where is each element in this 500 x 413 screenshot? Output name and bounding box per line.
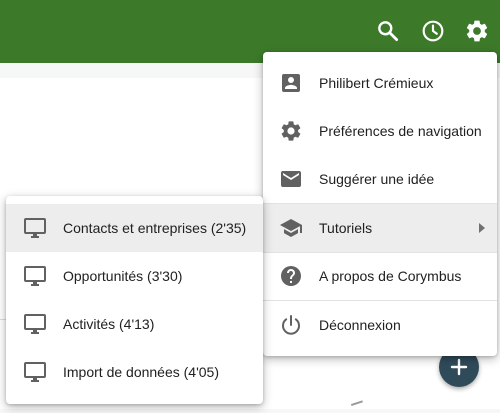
monitor-icon: [23, 216, 47, 240]
submenu-item-data-import[interactable]: Import de données (4'05): [6, 348, 263, 396]
submenu-item-contacts[interactable]: Contacts et entreprises (2'35): [6, 204, 263, 252]
settings-icon: [279, 119, 303, 143]
power-icon: [279, 313, 303, 337]
menu-item-label: Tutoriels: [319, 220, 373, 236]
monitor-icon: [23, 312, 47, 336]
submenu-item-label: Contacts et entreprises (2'35): [63, 220, 247, 236]
tutorials-submenu: Contacts et entreprises (2'35) Opportuni…: [6, 196, 263, 404]
submenu-item-label: Activités (4'13): [63, 316, 155, 332]
menu-item-label: A propos de Corymbus: [319, 268, 462, 284]
mail-icon: [279, 167, 303, 191]
menu-item-label: Suggérer une idée: [319, 171, 435, 187]
menu-item-navigation-preferences[interactable]: Préférences de navigation: [263, 107, 497, 155]
submenu-arrow-icon: [479, 223, 485, 233]
settings-menu: Philibert Crémieux Préférences de naviga…: [263, 52, 497, 356]
plus-icon: [450, 358, 468, 376]
background-mark: [350, 400, 366, 413]
menu-item-tutorials[interactable]: Tutoriels: [263, 204, 497, 252]
menu-item-profile[interactable]: Philibert Crémieux: [263, 59, 497, 107]
settings-icon[interactable]: [464, 18, 490, 44]
submenu-item-opportunities[interactable]: Opportunités (3'30): [6, 252, 263, 300]
monitor-icon: [23, 360, 47, 384]
menu-item-label: Préférences de navigation: [319, 123, 482, 139]
menu-item-label: Déconnexion: [319, 317, 401, 333]
help-icon: [279, 264, 303, 288]
school-icon: [279, 216, 303, 240]
submenu-item-activities[interactable]: Activités (4'13): [6, 300, 263, 348]
search-icon[interactable]: [375, 18, 401, 44]
history-icon[interactable]: [420, 18, 446, 44]
menu-item-suggest-idea[interactable]: Suggérer une idée: [263, 155, 497, 203]
submenu-item-label: Opportunités (3'30): [63, 268, 183, 284]
menu-item-logout[interactable]: Déconnexion: [263, 301, 497, 349]
submenu-item-label: Import de données (4'05): [63, 364, 219, 380]
menu-item-label: Philibert Crémieux: [319, 75, 434, 91]
menu-item-about[interactable]: A propos de Corymbus: [263, 252, 497, 300]
monitor-icon: [23, 264, 47, 288]
account-box-icon: [279, 71, 303, 95]
